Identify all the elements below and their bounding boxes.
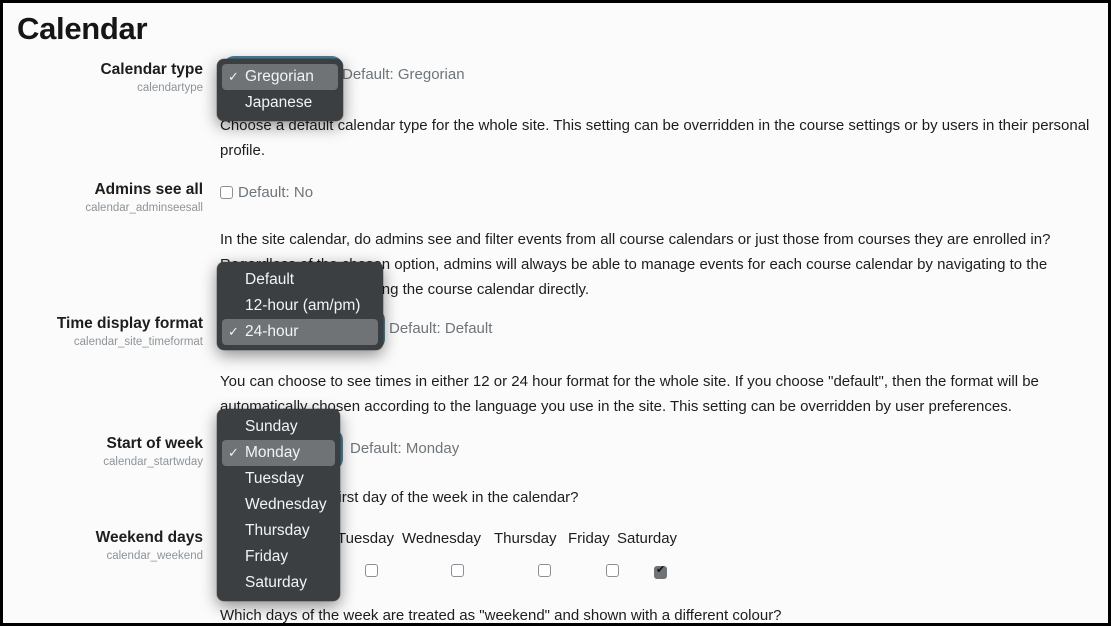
- setting-key: calendartype: [137, 82, 203, 94]
- weekend-checkbox-thursday[interactable]: [538, 564, 551, 577]
- check-icon: ✓: [228, 69, 239, 84]
- day-header-tuesday: Tuesday: [337, 530, 394, 547]
- day-header-thursday: Thursday: [494, 530, 557, 547]
- weekend-checkbox-tuesday[interactable]: [365, 564, 378, 577]
- menu-item-gregorian[interactable]: ✓ Gregorian: [222, 64, 338, 90]
- setting-description: Choose a default calendar type for the w…: [220, 117, 1090, 159]
- page-title: Calendar: [17, 11, 148, 46]
- menu-item-12-hour[interactable]: 12-hour (am/pm): [217, 293, 383, 319]
- menu-item-label: Monday: [245, 444, 301, 461]
- setting-label-admins-see-all: Admins see all calendar_adminseesall: [3, 181, 203, 216]
- setting-label-time-display-format: Time display format calendar_site_timefo…: [3, 315, 203, 350]
- day-header-friday: Friday: [568, 530, 610, 547]
- setting-label-calendar-type: Calendar type calendartype: [3, 61, 203, 96]
- menu-item-label: Gregorian: [245, 68, 314, 85]
- setting-title: Admins see all: [94, 181, 203, 198]
- menu-item-tuesday[interactable]: Tuesday: [217, 466, 340, 492]
- weekend-checkbox-saturday[interactable]: [654, 564, 667, 579]
- admins-see-all-checkbox[interactable]: [220, 186, 233, 199]
- menu-item-label: Friday: [245, 548, 289, 565]
- weekend-checkbox-friday[interactable]: [606, 564, 619, 577]
- menu-item-monday[interactable]: ✓ Monday: [222, 440, 335, 466]
- settings-page: Calendar Calendar type calendartype Defa…: [0, 0, 1111, 626]
- setting-title: Weekend days: [95, 529, 203, 546]
- menu-item-label: 24-hour: [245, 323, 299, 340]
- menu-item-default[interactable]: Default: [217, 267, 383, 293]
- weekend-checkbox-wednesday[interactable]: [451, 564, 464, 577]
- menu-item-label: Tuesday: [245, 470, 304, 487]
- menu-item-japanese[interactable]: Japanese: [217, 90, 343, 116]
- menu-item-thursday[interactable]: Thursday: [217, 518, 340, 544]
- setting-title: Calendar type: [100, 61, 203, 78]
- default-note: Default: Monday: [350, 440, 460, 457]
- default-note: Default: Default: [389, 320, 493, 337]
- day-header-saturday: Saturday: [617, 530, 678, 547]
- menu-item-wednesday[interactable]: Wednesday: [217, 492, 340, 518]
- setting-title: Time display format: [56, 315, 203, 332]
- default-note: Default: No: [238, 184, 314, 201]
- setting-label-start-of-week: Start of week calendar_startwday: [3, 435, 203, 470]
- admins-see-all-checkbox-wrap: Default: No: [220, 184, 313, 202]
- calendar-type-menu[interactable]: ✓ Gregorian Japanese: [217, 59, 343, 121]
- setting-title: Start of week: [106, 435, 203, 452]
- check-icon: ✓: [228, 445, 239, 460]
- menu-item-label: Sunday: [245, 418, 298, 435]
- setting-key: calendar_weekend: [106, 550, 203, 562]
- setting-description: Which days of the week are treated as "w…: [220, 607, 782, 624]
- setting-description: Which day is the first day of the week i…: [220, 489, 579, 506]
- menu-item-label: Japanese: [245, 94, 313, 111]
- setting-description: You can choose to see times in either 12…: [220, 373, 1039, 415]
- menu-item-label: Default: [245, 271, 295, 288]
- menu-item-friday[interactable]: Friday: [217, 544, 340, 570]
- menu-item-label: 12-hour (am/pm): [245, 297, 361, 314]
- menu-item-24-hour[interactable]: ✓ 24-hour: [222, 319, 378, 345]
- menu-item-saturday[interactable]: Saturday: [217, 570, 340, 596]
- setting-field-weekend-days: Sunday Monday Tuesday Wednesday Thursday…: [220, 527, 1094, 623]
- menu-item-label: Saturday: [245, 574, 308, 591]
- start-of-week-menu[interactable]: Sunday ✓ Monday Tuesday Wednesday Thursd…: [217, 409, 340, 601]
- setting-key: calendar_adminseesall: [85, 202, 203, 214]
- time-display-format-menu[interactable]: Default 12-hour (am/pm) ✓ 24-hour: [217, 262, 383, 350]
- day-header-wednesday: Wednesday: [402, 530, 481, 547]
- menu-item-label: Wednesday: [245, 496, 327, 513]
- setting-key: calendar_startwday: [103, 456, 203, 468]
- menu-item-sunday[interactable]: Sunday: [217, 414, 340, 440]
- check-icon: ✓: [228, 324, 239, 339]
- setting-key: calendar_site_timeformat: [73, 336, 203, 348]
- menu-item-label: Thursday: [245, 522, 310, 539]
- default-note: Default: Gregorian: [342, 66, 465, 83]
- setting-label-weekend-days: Weekend days calendar_weekend: [3, 529, 203, 564]
